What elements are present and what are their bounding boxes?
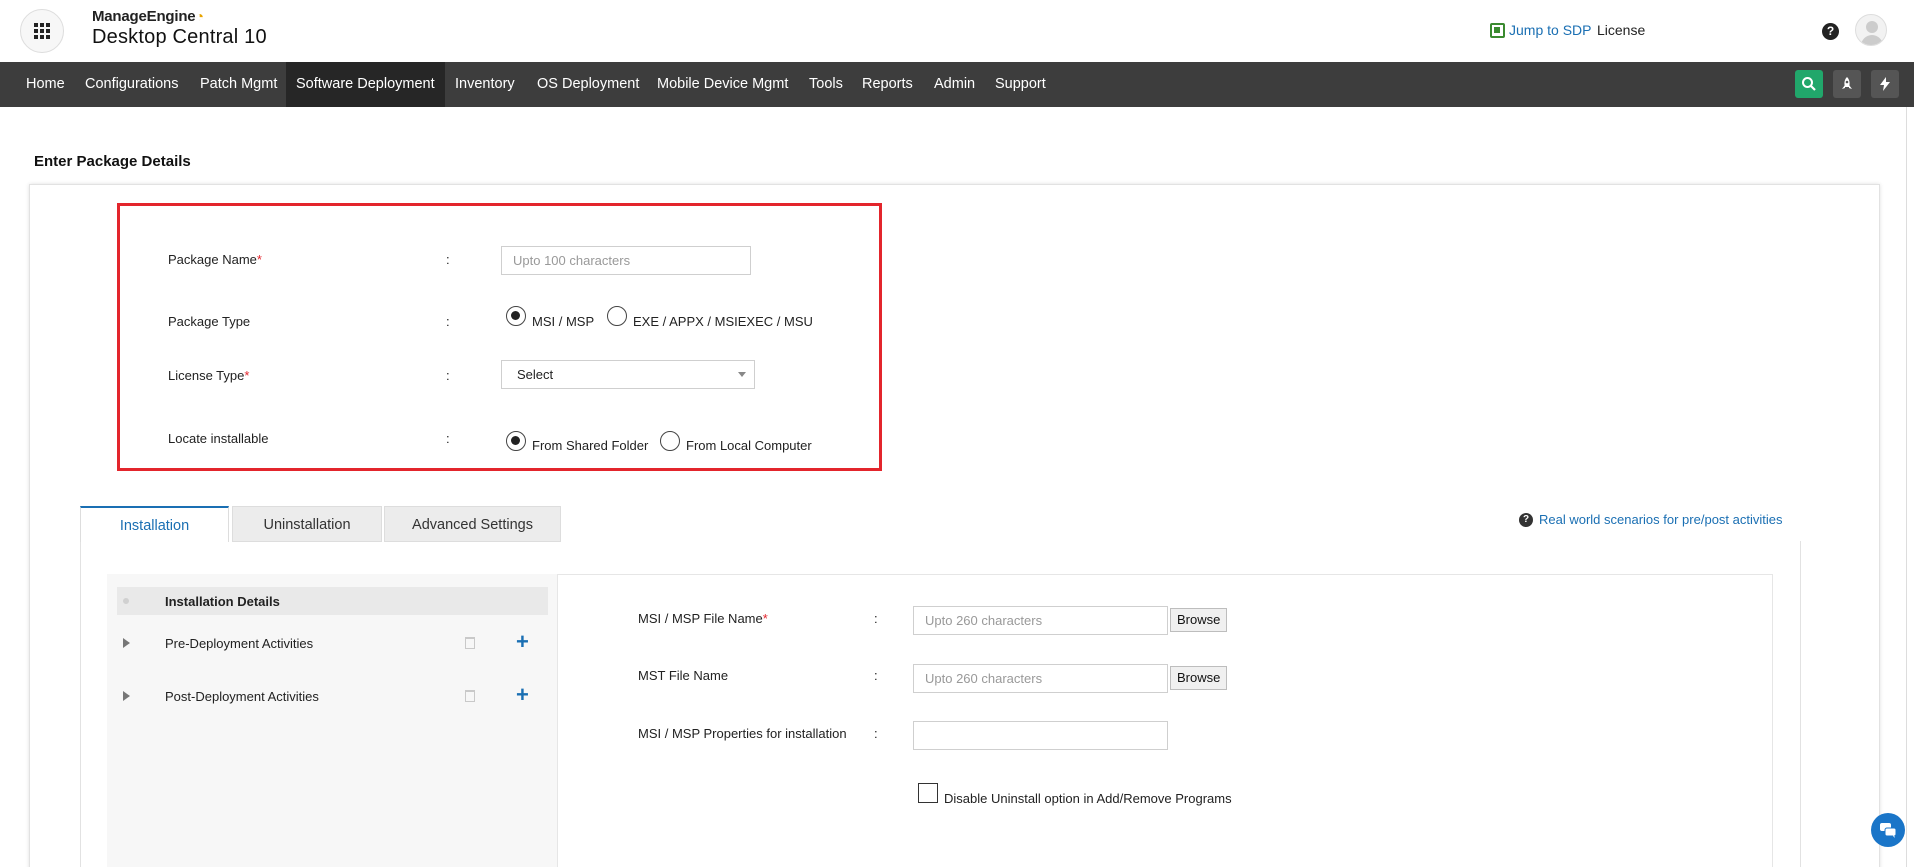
nav-admin[interactable]: Admin [924,62,985,107]
package-type-label: Package Type [168,314,251,329]
tab-uninstallation[interactable]: Uninstallation [232,506,382,542]
grid-icon [34,23,50,39]
search-icon [1802,77,1816,91]
tab-installation[interactable]: Installation [80,506,229,542]
brand-company: ManageEngine [92,8,196,25]
colon-separator: : [874,668,878,683]
rocket-icon [1842,77,1852,89]
mst-file-name-input[interactable] [913,664,1168,693]
delete-icon[interactable] [465,637,475,649]
package-type-exe-label: EXE / APPX / MSIEXEC / MSU [633,314,813,329]
locate-local-computer-label: From Local Computer [686,438,812,453]
required-mark: * [244,368,250,383]
nav-patch-mgmt[interactable]: Patch Mgmt [190,62,287,107]
license-type-label: License Type* [168,368,250,383]
page-title: Enter Package Details [34,153,191,170]
locate-local-computer-radio[interactable] [660,431,680,451]
mst-browse-button[interactable]: Browse [1170,666,1228,690]
mst-file-name-label: MST File Name [638,668,729,683]
top-header: ManageEngine◔ Desktop Central 10 Jump to… [0,0,1914,62]
chat-icon [1880,823,1897,838]
chevron-down-icon [738,372,746,377]
msi-properties-input[interactable] [913,721,1168,750]
colon-separator: : [446,314,450,329]
msi-file-name-label: MSI / MSP File Name* [638,611,768,626]
colon-separator: : [874,611,878,626]
colon-separator: : [874,726,878,741]
colon-separator: : [446,368,450,383]
package-type-exe-radio[interactable] [607,306,627,326]
add-post-deployment-icon[interactable]: + [516,684,529,706]
license-type-value: Select [517,367,554,382]
locate-installable-label: Locate installable [168,431,269,446]
product-logo[interactable]: ManageEngine◔ Desktop Central 10 [92,8,267,49]
expand-arrow-icon[interactable] [123,691,130,701]
main-nav: Home Configurations Patch Mgmt Software … [0,62,1914,107]
chat-button[interactable] [1871,813,1905,847]
package-type-msi-radio[interactable] [506,306,526,326]
locate-shared-folder-label: From Shared Folder [532,438,649,453]
delete-icon[interactable] [465,690,475,702]
tree-bullet-icon [123,598,129,604]
activities-tree [107,574,558,867]
sdp-icon [1490,22,1505,38]
app-grid-button[interactable] [20,9,64,53]
search-button[interactable] [1795,70,1823,98]
tree-item-pre-deployment[interactable]: Pre-Deployment Activities [165,636,313,651]
msi-properties-label: MSI / MSP Properties for installation [638,726,847,741]
nav-mobile-device-mgmt[interactable]: Mobile Device Mgmt [647,62,798,107]
msi-file-name-input[interactable] [913,606,1168,635]
nav-support[interactable]: Support [985,62,1056,107]
real-world-scenarios-label: Real world scenarios for pre/post activi… [1539,512,1783,527]
quick-actions-button[interactable] [1871,70,1899,98]
brand-arc-icon: ◔ [195,8,204,24]
disable-uninstall-checkbox[interactable] [918,783,938,803]
required-mark: * [762,611,768,626]
help-icon: ? [1519,512,1533,527]
help-icon[interactable]: ? [1822,23,1839,40]
license-link[interactable]: License [1597,22,1645,38]
tab-advanced-settings[interactable]: Advanced Settings [384,506,561,542]
brand-product: Desktop Central 10 [92,26,267,48]
package-type-msi-label: MSI / MSP [532,314,595,329]
colon-separator: : [446,431,450,446]
nav-configurations[interactable]: Configurations [75,62,189,107]
required-mark: * [256,252,262,267]
real-world-scenarios-link[interactable]: ? Real world scenarios for pre/post acti… [1519,512,1783,527]
jump-to-sdp-link[interactable]: Jump to SDP [1490,22,1591,38]
nav-inventory[interactable]: Inventory [445,62,525,107]
add-pre-deployment-icon[interactable]: + [516,631,529,653]
quick-launch-button[interactable] [1833,70,1861,98]
tree-header-label: Installation Details [165,594,280,609]
page-scrollbar[interactable] [1906,107,1914,867]
msi-browse-button[interactable]: Browse [1170,608,1228,632]
user-avatar[interactable] [1855,14,1887,46]
colon-separator: : [446,252,450,267]
nav-tools[interactable]: Tools [799,62,853,107]
nav-home[interactable]: Home [16,62,75,107]
tree-item-post-deployment[interactable]: Post-Deployment Activities [165,689,319,704]
package-name-input[interactable] [501,246,751,275]
jump-to-sdp-label: Jump to SDP [1509,22,1592,38]
disable-uninstall-label: Disable Uninstall option in Add/Remove P… [944,791,1232,806]
package-name-label: Package Name* [168,252,262,267]
locate-shared-folder-radio[interactable] [506,431,526,451]
expand-arrow-icon[interactable] [123,638,130,648]
license-type-select[interactable]: Select [501,360,755,389]
nav-os-deployment[interactable]: OS Deployment [527,62,649,107]
nav-software-deployment[interactable]: Software Deployment [286,62,445,107]
nav-reports[interactable]: Reports [852,62,923,107]
lightning-icon [1880,77,1890,91]
